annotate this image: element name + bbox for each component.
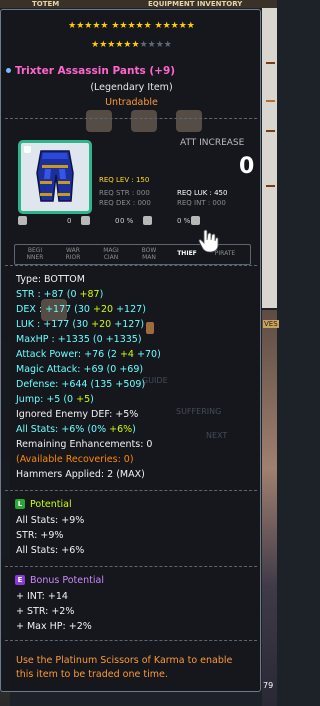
stars-filled: ★★★★★★	[91, 40, 140, 50]
divider	[5, 118, 257, 119]
star-force-row2: ★★★★★★★★★★	[1, 40, 262, 50]
stat-attack-power: Attack Power: +76 (2 +4 +70)	[16, 349, 161, 360]
hammers-applied: Hammers Applied: 2 (MAX)	[16, 469, 145, 480]
mini-stat-3: 0 %	[120, 217, 134, 225]
bg-slot	[176, 110, 202, 132]
game-scene	[262, 310, 277, 706]
upgrade-icon	[191, 216, 200, 225]
level-icon	[18, 216, 27, 225]
stat-maxhp: MaxHP : +1335 (0 +1335)	[16, 334, 142, 345]
mini-stat-2: 0	[115, 217, 120, 225]
stat-magic-attack: Magic Attack: +69 (0 +69)	[16, 364, 144, 375]
inventory-row	[266, 185, 275, 187]
stat-defense: Defense: +644 (135 +509)	[16, 379, 146, 390]
stat-all-stats: All Stats: +6% (0% +6%)	[16, 424, 136, 435]
bg-faint-text: GUIDE	[142, 376, 168, 385]
potential-title: Potential	[30, 499, 72, 510]
bg-slot	[86, 110, 112, 132]
job-magician: MAGI CIAN	[103, 247, 119, 261]
req-str: REQ STR : 000	[99, 189, 150, 197]
pants-icon	[36, 150, 74, 202]
divider	[5, 265, 257, 266]
inventory-row	[266, 130, 275, 132]
durability-icon	[143, 216, 152, 225]
job-warrior: WAR RIOR	[65, 247, 81, 261]
bg-slot	[131, 110, 157, 132]
tab-equipment-inventory[interactable]: EQUIPMENT INVENTORY	[148, 0, 242, 8]
title-bullet-icon	[6, 68, 11, 73]
stat-dex: DEX : +177 (30 +20 +127)	[16, 304, 146, 315]
divider	[5, 566, 257, 567]
item-tooltip: GUIDE SUFFERING NEXT ★★★★★ ★★★★★ ★★★★★ ★…	[0, 9, 261, 692]
att-increase-label: ATT INCREASE	[180, 138, 245, 148]
epic-bonus-potential-icon: E	[15, 575, 25, 585]
mini-stat-4: 0 %	[177, 217, 191, 225]
req-dex: REQ DEX : 000	[99, 199, 151, 207]
bg-button	[146, 322, 154, 334]
item-title: Trixter Assassin Pants (+9)	[15, 65, 176, 77]
edge-label: VES	[263, 320, 279, 328]
job-bowman: BOW MAN	[141, 247, 157, 261]
remaining-enhancements: Remaining Enhancements: 0	[16, 439, 153, 450]
stars-empty: ★★★★	[139, 40, 172, 50]
req-luk: REQ LUK : 450	[177, 189, 228, 197]
item-type: Type: BOTTOM	[16, 274, 85, 285]
potential-line: STR: +9%	[16, 530, 64, 541]
exp-icon	[81, 216, 90, 225]
available-recoveries: (Available Recoveries: 0)	[16, 454, 134, 465]
stat-str: STR : +87 (0 +87)	[16, 289, 104, 300]
job-beginner: BEGI NNER	[26, 247, 44, 261]
stat-luk: LUK : +177 (30 +20 +127)	[16, 319, 145, 330]
edge-number: 79	[263, 681, 274, 690]
bonus-potential-line: + STR: +2%	[16, 606, 75, 617]
potential-line: All Stats: +9%	[16, 515, 85, 526]
inventory-panel	[262, 8, 277, 308]
req-level: REQ LEV : 150	[99, 176, 150, 184]
star-force-row1: ★★★★★ ★★★★★ ★★★★★	[68, 21, 195, 31]
bonus-potential-title: Bonus Potential	[30, 575, 104, 586]
item-icon-frame	[18, 140, 92, 214]
inventory-row	[266, 62, 275, 64]
stat-ignored-def: Ignored Enemy DEF: +5%	[16, 409, 139, 420]
divider	[5, 490, 257, 491]
bg-faint-text: SUFFERING	[176, 407, 222, 416]
divider	[5, 640, 257, 641]
pointer-hand-icon	[198, 229, 219, 253]
legendary-mark-icon	[24, 146, 31, 153]
tab-totem[interactable]: TOTEM	[32, 0, 59, 8]
karma-scissors-note: Use the Platinum Scissors of Karma to en…	[16, 655, 233, 680]
bg-faint-text: NEXT	[206, 431, 228, 440]
potential-line: All Stats: +6%	[16, 545, 85, 556]
bonus-potential-line: + Max HP: +2%	[16, 621, 92, 632]
req-int: REQ INT : 000	[177, 199, 226, 207]
stat-jump: Jump: +5 (0 +5)	[16, 394, 94, 405]
mini-stat-1: 0	[67, 217, 72, 225]
legendary-potential-icon: L	[15, 499, 25, 509]
trade-status: Untradable	[105, 97, 158, 108]
att-increase-value: 0	[239, 154, 255, 179]
inventory-row	[266, 100, 275, 102]
bonus-potential-line: + INT: +14	[16, 591, 68, 602]
item-rarity: (Legendary Item)	[90, 82, 173, 93]
